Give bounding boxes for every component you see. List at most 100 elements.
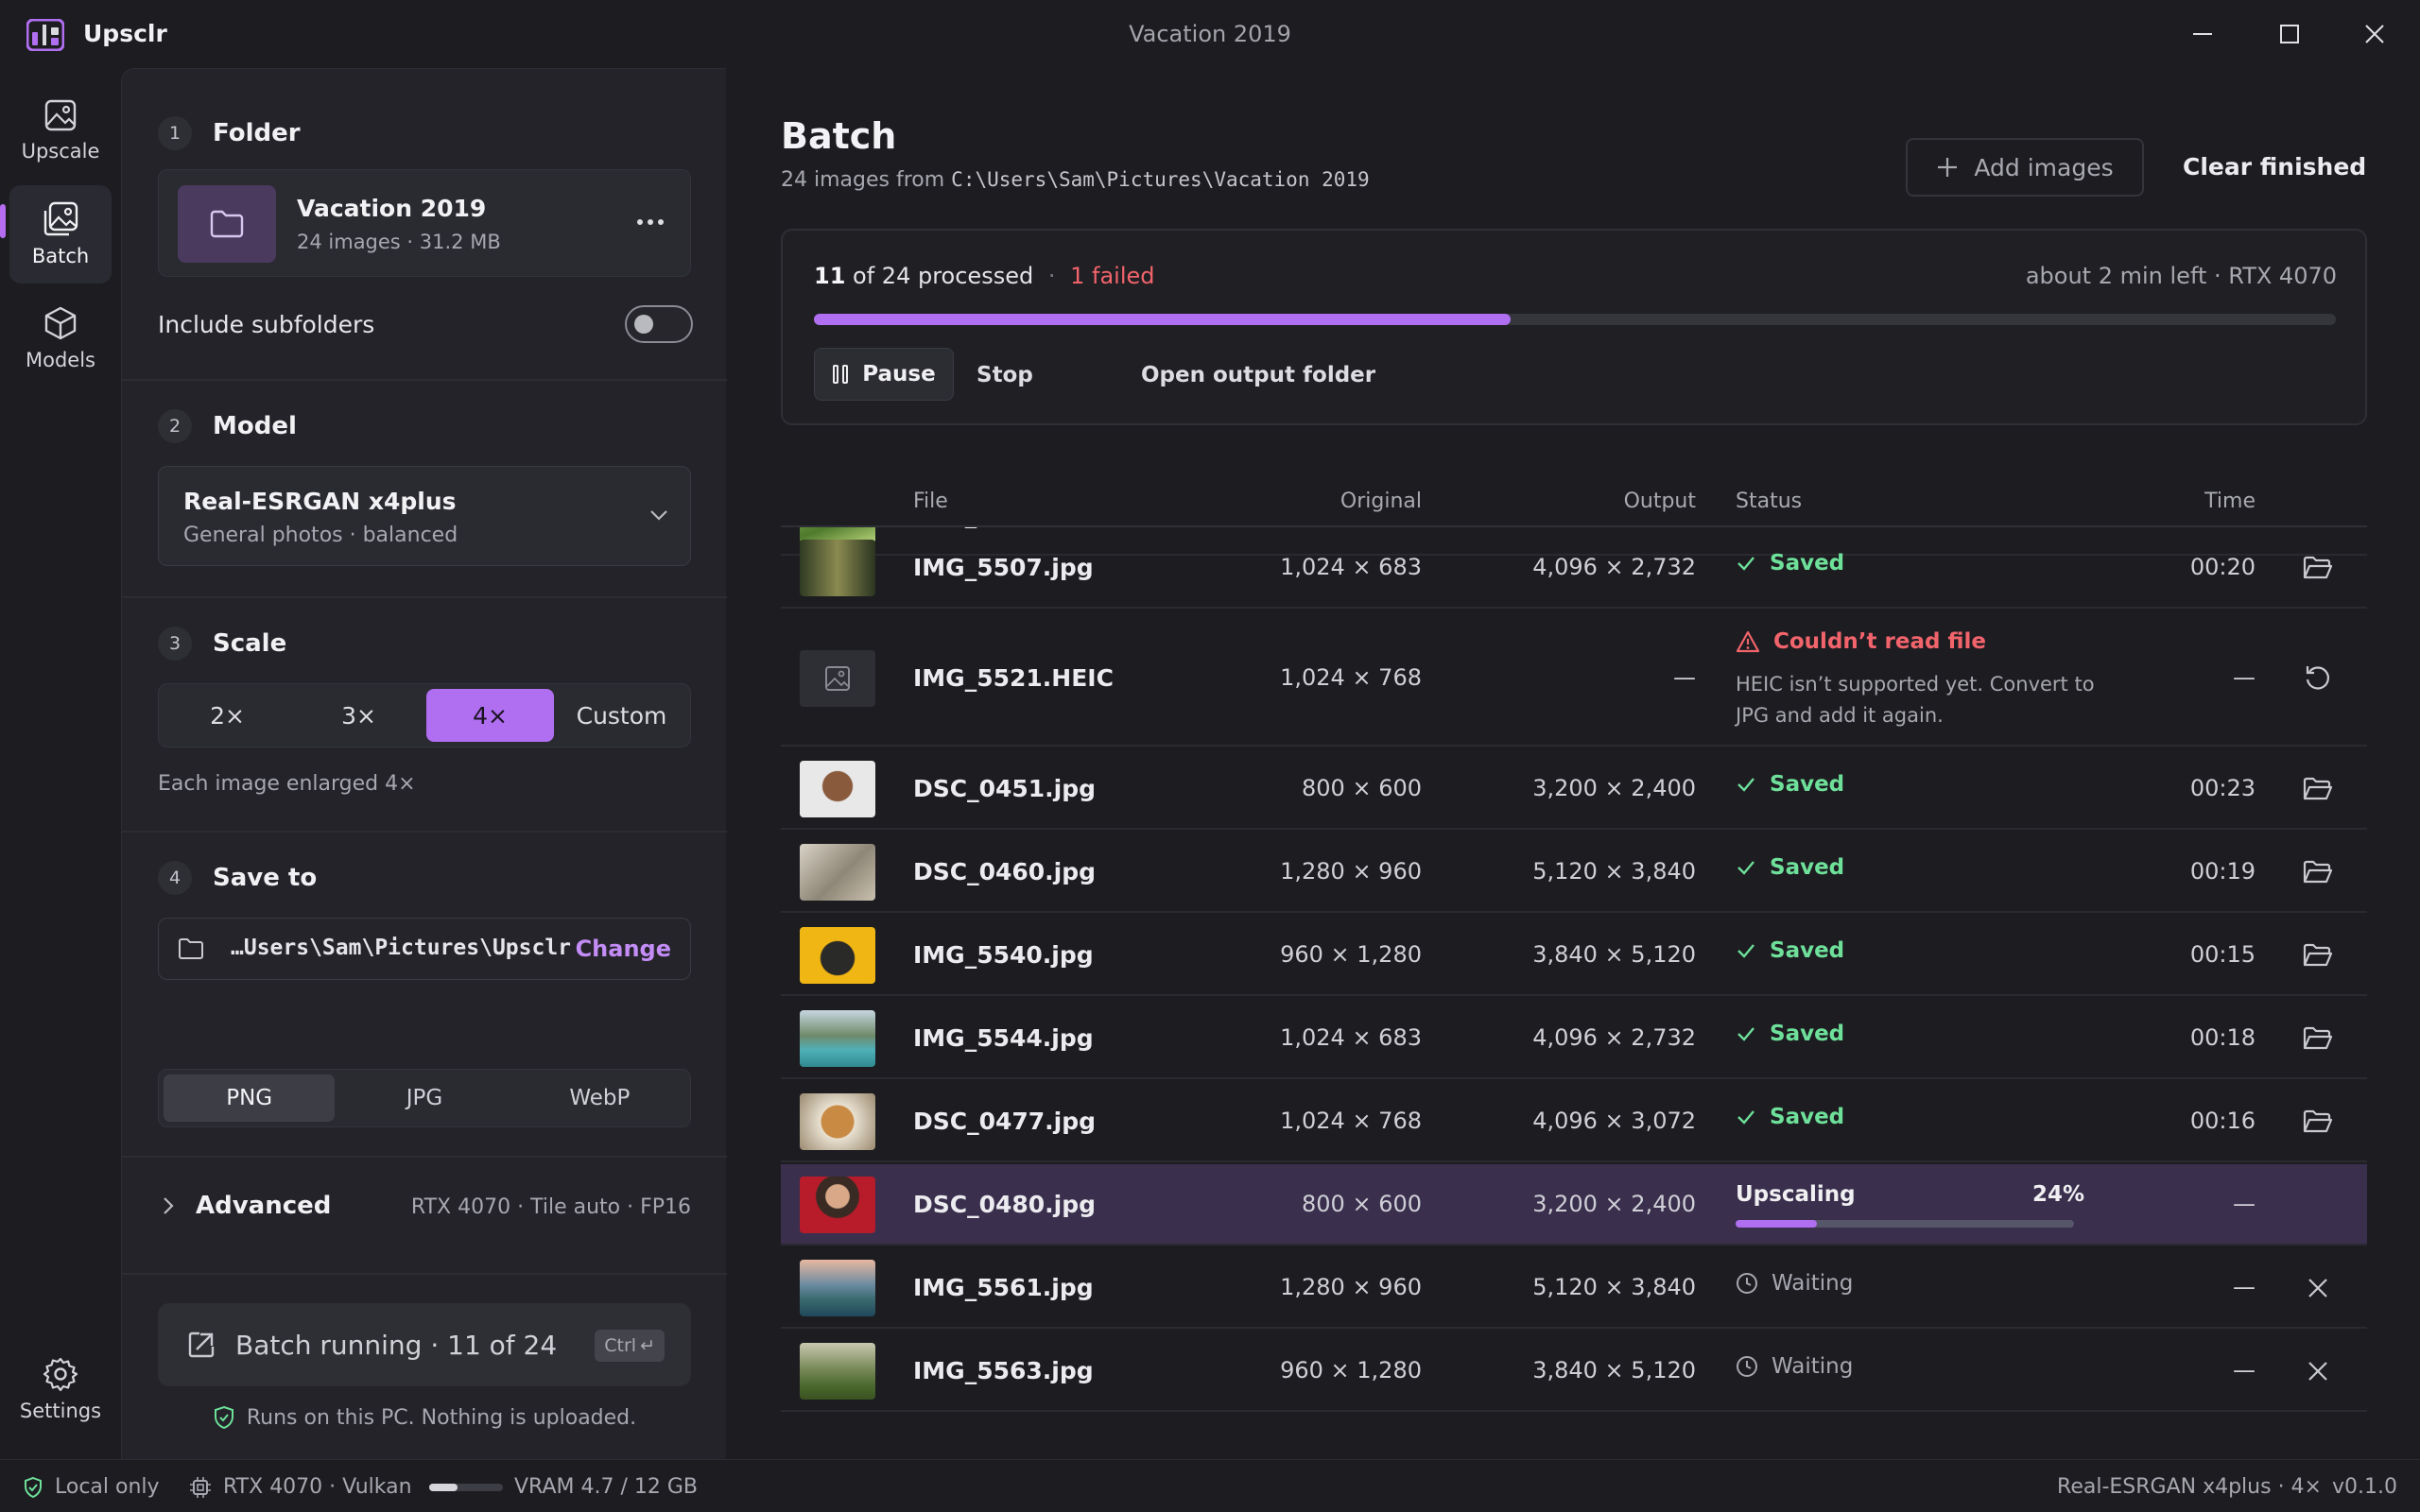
chevron-down-icon	[650, 510, 667, 521]
rail-item-upscale[interactable]: Upscale	[9, 81, 112, 180]
status-text: Waiting	[1772, 1354, 1854, 1379]
retry-button[interactable]	[2299, 660, 2337, 697]
format-option-png[interactable]: PNG	[164, 1074, 336, 1122]
open-file-location-button[interactable]	[2299, 1020, 2337, 1057]
open-file-location-button[interactable]	[2299, 936, 2337, 974]
open-file-location-button[interactable]	[2299, 853, 2337, 891]
table-row[interactable]: IMG_5561.jpg 1,280 × 960 5,120 × 3,840 Wai…	[781, 1247, 2367, 1329]
kbd-key: Ctrl	[604, 1335, 637, 1356]
column-header-status[interactable]: Status	[1736, 490, 1802, 513]
divider	[122, 596, 727, 598]
open-file-location-button[interactable]	[2299, 770, 2337, 808]
status-text: Saved	[1770, 855, 1845, 880]
thumbnail	[800, 761, 875, 817]
table-row[interactable]: DSC_0480.jpg 800 × 600 3,200 × 2,400 Upsca…	[781, 1164, 2367, 1246]
folder-name: Vacation 2019	[297, 195, 487, 222]
table-row[interactable]: IMG_5563.jpg 960 × 1,280 3,840 × 5,120 Wai…	[781, 1331, 2367, 1412]
scale-option-custom[interactable]: Custom	[558, 689, 685, 742]
remove-file-button[interactable]	[2299, 1352, 2337, 1390]
plus-icon	[1938, 158, 1958, 177]
advanced-summary: RTX 4070 · Tile auto · FP16	[410, 1195, 691, 1219]
scale-option-4x[interactable]: 4×	[426, 689, 554, 742]
folder-open-icon	[2303, 777, 2333, 800]
model-description: General photos · balanced	[183, 524, 458, 547]
save-to-field: …Users\Sam\Pictures\Upsclr Change	[158, 918, 691, 980]
step-label: Scale	[213, 629, 287, 658]
folder-more-button[interactable]	[631, 208, 669, 236]
format-option-webp[interactable]: WebP	[514, 1074, 685, 1122]
maximize-button[interactable]	[2261, 13, 2318, 55]
folder-open-icon	[2303, 1026, 2333, 1050]
column-header-output[interactable]: Output	[1624, 490, 1696, 513]
thumbnail	[800, 1343, 875, 1400]
table-row[interactable]: IMG_5507.jpg 1,024 × 683 4,096 × 2,732 Sav…	[781, 527, 2367, 609]
thumbnail	[800, 927, 875, 984]
table-row[interactable]: DSC_0460.jpg 1,280 × 960 5,120 × 3,840 Sav…	[781, 832, 2367, 913]
rail-item-models[interactable]: Models	[9, 289, 112, 387]
batch-subtitle: 24 images from C:\Users\Sam\Pictures\Vac…	[781, 168, 1370, 192]
run-batch-button[interactable]: Batch running · 11 of 24 Ctrl ↵	[158, 1303, 691, 1386]
scale-option-2x[interactable]: 2×	[164, 689, 291, 742]
rail-item-label: Settings	[19, 1400, 102, 1422]
original-size: 800 × 600	[1302, 775, 1422, 801]
folder-card[interactable]: Vacation 2019 24 images · 31.2 MB	[158, 169, 691, 277]
image-icon	[44, 99, 77, 131]
change-output-button[interactable]: Change	[576, 936, 671, 962]
batch-settings-panel: 1 Folder Vacation 2019 24 images · 31.2 …	[121, 68, 727, 1459]
column-header-file[interactable]: File	[913, 490, 948, 513]
status-saved: Saved	[1736, 772, 1844, 797]
output-size: 3,200 × 2,400	[1532, 775, 1696, 801]
keyboard-shortcut: Ctrl ↵	[595, 1330, 665, 1362]
open-file-location-button[interactable]	[2299, 1103, 2337, 1141]
rail-item-settings[interactable]: Settings	[9, 1340, 112, 1438]
step-label: Folder	[213, 119, 301, 147]
folder-open-icon	[2303, 943, 2333, 967]
include-subfolders-toggle[interactable]	[625, 305, 693, 343]
column-header-time[interactable]: Time	[2204, 490, 2256, 513]
thumbnail	[800, 1010, 875, 1067]
check-icon	[1737, 557, 1754, 571]
stop-button[interactable]: Stop	[977, 363, 1033, 387]
status-bar: Local only RTX 4070 · Vulkan VRAM 4.7 / …	[0, 1459, 2420, 1512]
status-text: Saved	[1770, 1022, 1845, 1046]
minimize-button[interactable]	[2174, 13, 2231, 55]
pause-icon	[833, 365, 849, 384]
error-detail: HEIC isn’t supported yet. Convert to JPG…	[1736, 673, 2095, 727]
table-row[interactable]: IMG_5521.HEIC 1,024 × 768 — Couldn’t read …	[781, 610, 2367, 747]
eta-text: about 2 min left · RTX 4070	[2025, 263, 2337, 289]
scale-note: Each image enlarged 4×	[158, 772, 416, 796]
rail-item-label: Upscale	[21, 140, 100, 163]
clear-finished-button[interactable]: Clear finished	[2183, 153, 2366, 180]
elapsed-time: —	[2233, 664, 2256, 691]
table-row[interactable]: IMG_5540.jpg 960 × 1,280 3,840 × 5,120 Sav…	[781, 915, 2367, 996]
file-name: DSC_0451.jpg	[913, 775, 1097, 802]
enter-key-icon: ↵	[640, 1335, 655, 1356]
status-text: Saved	[1770, 551, 1845, 576]
table-row[interactable]: IMG_5544.jpg 1,024 × 683 4,096 × 2,732 Sav…	[781, 998, 2367, 1079]
privacy-note: Runs on this PC. Nothing is uploaded.	[122, 1405, 727, 1430]
pause-button[interactable]: Pause	[814, 348, 954, 401]
add-images-button[interactable]: Add images	[1906, 138, 2144, 197]
format-option-jpg[interactable]: JPG	[338, 1074, 510, 1122]
open-output-folder-button[interactable]: Open output folder	[1141, 363, 1375, 387]
check-icon	[1737, 778, 1754, 792]
scale-segmented-control: 2× 3× 4× Custom	[158, 683, 691, 747]
batch-progress-fill	[814, 314, 1512, 325]
table-row[interactable]: DSC_0477.jpg 1,024 × 768 4,096 × 3,072 Sav…	[781, 1081, 2367, 1162]
remove-file-button[interactable]	[2299, 1269, 2337, 1307]
rail-item-batch[interactable]: Batch	[9, 185, 112, 284]
file-name: DSC_0477.jpg	[913, 1108, 1097, 1135]
table-row[interactable]: DSC_0451.jpg 800 × 600 3,200 × 2,400 Saved…	[781, 748, 2367, 830]
file-name: IMG_5521.HEIC	[913, 664, 1114, 692]
advanced-expander[interactable]: Advanced RTX 4070 · Tile auto · FP16	[158, 1188, 691, 1226]
step-model-header: 2 Model	[158, 409, 297, 443]
status-text: Couldn’t read file	[1773, 629, 1986, 654]
model-select[interactable]: Real-ESRGAN x4plus General photos · bala…	[158, 466, 691, 566]
chip-icon	[190, 1476, 211, 1498]
status-text: Waiting	[1772, 1271, 1854, 1296]
column-header-original[interactable]: Original	[1340, 490, 1422, 513]
open-file-location-button[interactable]	[2299, 549, 2337, 587]
warning-icon	[1736, 630, 1760, 653]
close-window-button[interactable]	[2346, 13, 2403, 55]
scale-option-3x[interactable]: 3×	[295, 689, 423, 742]
